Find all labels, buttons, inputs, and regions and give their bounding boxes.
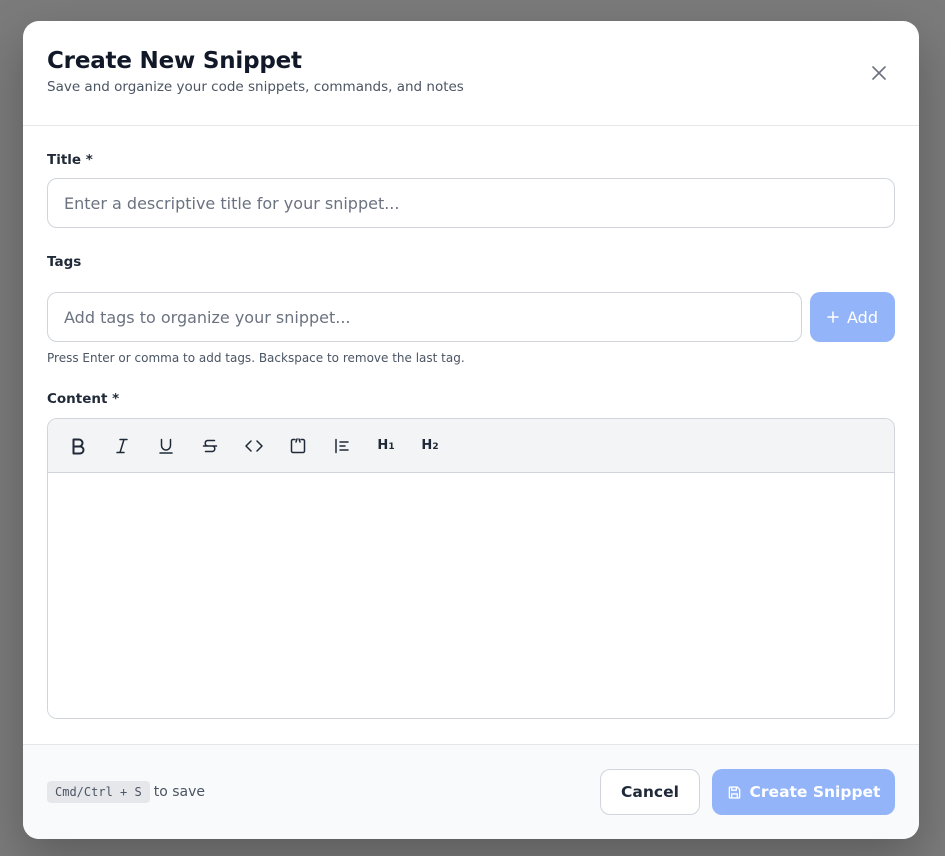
bold-button[interactable] xyxy=(62,430,94,462)
italic-button[interactable] xyxy=(106,430,138,462)
tags-input[interactable] xyxy=(47,292,802,342)
title-input[interactable] xyxy=(47,178,895,228)
strikethrough-button[interactable] xyxy=(194,430,226,462)
content-editor-area[interactable] xyxy=(48,473,894,718)
close-icon xyxy=(872,66,886,80)
modal-footer: Cmd/Ctrl + S to save Cancel Create Snipp… xyxy=(23,744,919,839)
code-block-button[interactable] xyxy=(282,430,314,462)
add-tag-button[interactable]: Add xyxy=(810,292,895,342)
tags-label: Tags xyxy=(47,254,82,270)
underline-icon xyxy=(159,438,173,454)
keyboard-shortcut: Cmd/Ctrl + S xyxy=(47,781,150,803)
italic-icon xyxy=(116,438,128,453)
modal-title: Create New Snippet xyxy=(47,48,302,74)
strikethrough-icon xyxy=(202,439,218,452)
heading-2-icon: H2 xyxy=(421,438,439,453)
tags-help-text: Press Enter or comma to add tags. Backsp… xyxy=(47,351,465,365)
cancel-button[interactable]: Cancel xyxy=(600,769,700,815)
add-tag-button-label: Add xyxy=(847,307,878,327)
modal-body: Title * Tags Add Press Enter or comma to… xyxy=(23,126,919,719)
close-button[interactable] xyxy=(869,63,889,83)
create-snippet-button[interactable]: Create Snippet xyxy=(712,769,895,815)
inline-code-button[interactable] xyxy=(238,430,270,462)
modal-header: Create New Snippet Save and organize you… xyxy=(23,21,919,126)
heading-2-button[interactable]: H2 xyxy=(414,430,446,462)
editor-toolbar: H1 H2 xyxy=(48,419,894,473)
tags-row: Add xyxy=(47,292,895,342)
content-editor: H1 H2 xyxy=(47,418,895,719)
align-list-button[interactable] xyxy=(326,430,358,462)
heading-1-icon: H1 xyxy=(377,438,395,453)
code-block-icon xyxy=(290,437,306,453)
create-snippet-button-label: Create Snippet xyxy=(749,783,881,801)
title-label: Title * xyxy=(47,152,93,168)
heading-1-button[interactable]: H1 xyxy=(370,430,402,462)
bold-icon xyxy=(72,438,85,454)
save-hint: to save xyxy=(153,784,205,800)
code-icon xyxy=(245,439,263,452)
create-snippet-modal: Create New Snippet Save and organize you… xyxy=(23,21,919,839)
save-icon xyxy=(728,785,740,799)
content-label: Content * xyxy=(47,391,120,407)
modal-subtitle: Save and organize your code snippets, co… xyxy=(47,79,464,95)
plus-icon xyxy=(827,311,839,323)
underline-button[interactable] xyxy=(150,430,182,462)
align-list-icon xyxy=(335,438,349,453)
